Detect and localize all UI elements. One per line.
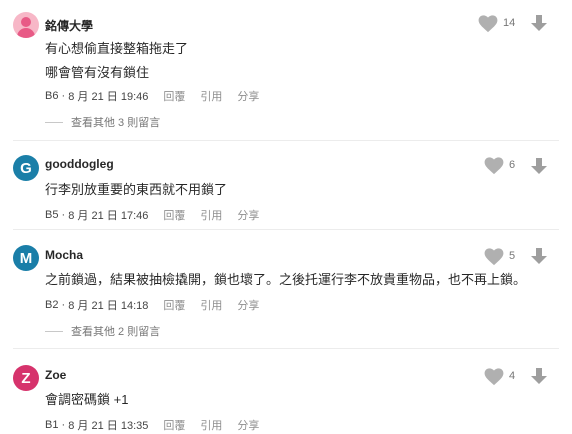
view-more-replies-label: 查看其他 3 則留言 xyxy=(71,117,161,129)
comment-datetime: 8 月 21 日 13:35 xyxy=(68,420,149,432)
comment-text-line: 有心想偷直接整箱拖走了 xyxy=(45,41,189,56)
reply-button[interactable]: 回覆 xyxy=(163,207,185,223)
comment-datetime: 8 月 21 日 17:46 xyxy=(68,210,149,222)
author-name[interactable]: Mocha xyxy=(45,248,83,262)
comment-b5: G gooddogleg 行李別放重要的東西就不用鎖了 B5 · 8 月 21 … xyxy=(0,141,572,229)
comment-b6: 銘傳大學 有心想偷直接整箱拖走了 哪會管有沒有鎖住 B6 · 8 月 21 日 … xyxy=(0,0,572,140)
comment-datetime: 8 月 21 日 14:18 xyxy=(68,300,149,312)
avatar[interactable] xyxy=(13,12,39,38)
heart-icon[interactable] xyxy=(484,368,504,386)
reply-button[interactable]: 回覆 xyxy=(163,297,185,313)
meta-separator: · xyxy=(58,209,69,221)
avatar-body-shape xyxy=(17,28,35,38)
floor-number: B6 xyxy=(45,90,59,102)
floor-number: B1 xyxy=(45,419,59,431)
meta-separator: · xyxy=(58,299,69,311)
floor-number: B2 xyxy=(45,299,59,311)
comment-text-line: 之前鎖過，結果被抽檢撬開，鎖也壞了。之後托運行李不放貴重物品，也不再上鎖。 xyxy=(45,272,527,287)
reply-thread-line xyxy=(45,330,63,332)
comment-text-line: 哪會管有沒有鎖住 xyxy=(45,65,150,80)
view-more-replies-label: 查看其他 2 則留言 xyxy=(71,326,161,338)
comment-b2: M Mocha 之前鎖過，結果被抽檢撬開，鎖也壞了。之後托運行李不放貴重物品，也… xyxy=(0,230,572,348)
reply-thread-line xyxy=(45,121,63,123)
share-button[interactable]: 分享 xyxy=(237,207,259,223)
avatar-head-shape xyxy=(21,17,31,27)
quote-button[interactable]: 引用 xyxy=(200,88,222,104)
comment-meta: B2 · 8 月 21 日 14:18 回覆 引用 分享 xyxy=(45,297,259,313)
share-button[interactable]: 分享 xyxy=(237,88,259,104)
like-count: 6 xyxy=(509,159,516,171)
comment-text-line: 會調密碼鎖 +1 xyxy=(45,392,129,407)
arrow-down-icon[interactable] xyxy=(530,14,548,32)
avatar-letter: Z xyxy=(21,369,31,387)
like-count: 14 xyxy=(503,17,516,29)
avatar[interactable]: G xyxy=(13,155,39,181)
floor-number: B5 xyxy=(45,209,59,221)
avatar-letter: G xyxy=(20,159,32,177)
comment-meta: B1 · 8 月 21 日 13:35 回覆 引用 分享 xyxy=(45,417,259,433)
arrow-down-icon[interactable] xyxy=(530,367,548,385)
view-more-replies-button[interactable]: 查看其他 2 則留言 xyxy=(45,323,160,339)
meta-separator: · xyxy=(58,419,69,431)
comment-b1: Z Zoe 會調密碼鎖 +1 B1 · 8 月 21 日 13:35 回覆 引用… xyxy=(0,349,572,434)
author-name[interactable]: 銘傳大學 xyxy=(45,17,93,34)
heart-icon[interactable] xyxy=(484,248,504,266)
heart-icon[interactable] xyxy=(484,157,504,175)
reply-button[interactable]: 回覆 xyxy=(163,88,185,104)
like-count: 5 xyxy=(509,250,516,262)
avatar[interactable]: M xyxy=(13,245,39,271)
quote-button[interactable]: 引用 xyxy=(200,207,222,223)
quote-button[interactable]: 引用 xyxy=(200,417,222,433)
quote-button[interactable]: 引用 xyxy=(200,297,222,313)
avatar[interactable]: Z xyxy=(13,365,39,391)
comment-datetime: 8 月 21 日 19:46 xyxy=(68,91,149,103)
author-name[interactable]: gooddogleg xyxy=(45,157,114,171)
arrow-down-icon[interactable] xyxy=(530,247,548,265)
comment-text-line: 行李別放重要的東西就不用鎖了 xyxy=(45,182,228,197)
avatar-letter: M xyxy=(19,249,33,267)
reply-button[interactable]: 回覆 xyxy=(163,417,185,433)
meta-separator: · xyxy=(58,90,69,102)
view-more-replies-button[interactable]: 查看其他 3 則留言 xyxy=(45,114,160,130)
heart-icon[interactable] xyxy=(478,15,498,33)
share-button[interactable]: 分享 xyxy=(237,417,259,433)
like-count: 4 xyxy=(509,370,516,382)
arrow-down-icon[interactable] xyxy=(530,157,548,175)
comment-meta: B5 · 8 月 21 日 17:46 回覆 引用 分享 xyxy=(45,207,259,223)
comment-meta: B6 · 8 月 21 日 19:46 回覆 引用 分享 xyxy=(45,88,259,104)
author-name[interactable]: Zoe xyxy=(45,368,66,382)
share-button[interactable]: 分享 xyxy=(237,297,259,313)
